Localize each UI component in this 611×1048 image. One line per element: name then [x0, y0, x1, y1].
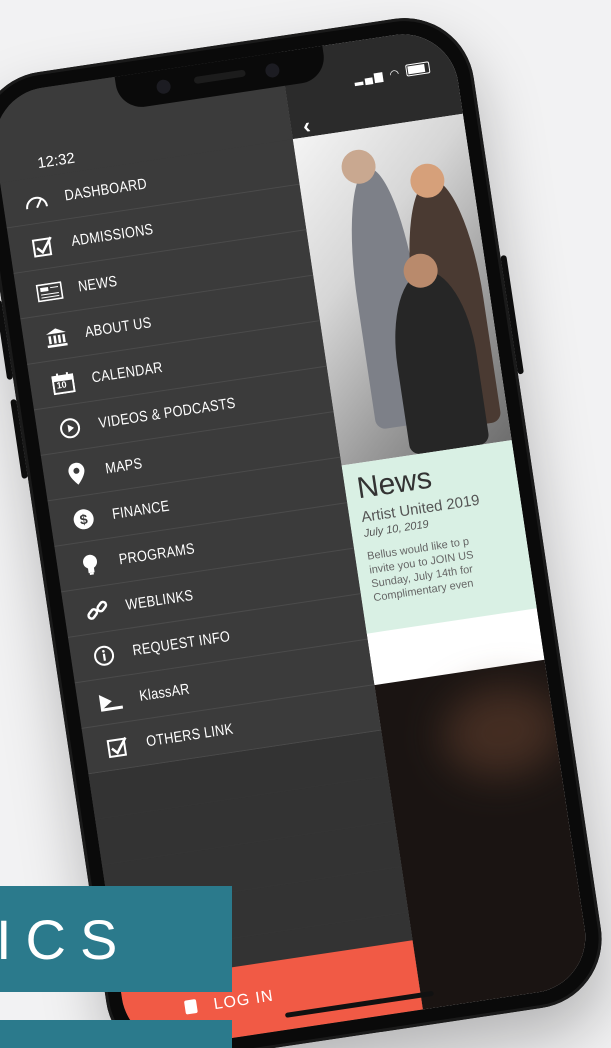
calendar-day: 10: [55, 378, 68, 391]
info-circle-icon: [87, 638, 121, 672]
user-icon: [183, 997, 200, 1020]
menu-item-label: OTHERS LINK: [145, 720, 235, 751]
scene: ‹ News Artist United 2019 July 10, 2019 …: [0, 0, 611, 1048]
menu-item-label: CALENDAR: [90, 359, 164, 387]
menu-item-label: ABOUT US: [83, 314, 153, 341]
menu-item-label: REQUEST INFO: [131, 628, 232, 660]
menu-item-label: NEWS: [77, 272, 119, 296]
volume-up-button: [0, 300, 14, 381]
power-button: [500, 254, 524, 375]
map-pin-icon: [60, 456, 94, 490]
menu-item-label: DASHBOARD: [63, 175, 149, 205]
menu-item-label: ADMISSIONS: [70, 220, 155, 250]
scanner-icon: [94, 684, 128, 718]
menu-item-label: PROGRAMS: [117, 540, 196, 569]
checkbox-icon: [101, 729, 135, 763]
sensor: [264, 62, 281, 79]
newspaper-icon: [33, 274, 67, 308]
battery-icon: [405, 61, 431, 77]
menu-item-label: WEBLINKS: [124, 587, 195, 614]
menu-item-label: FINANCE: [111, 497, 171, 523]
front-camera: [155, 78, 172, 95]
link-chain-icon: [80, 593, 114, 627]
wifi-icon: ◠: [388, 67, 403, 82]
dashboard-gauge-icon: [19, 183, 53, 217]
news-card[interactable]: News Artist United 2019 July 10, 2019 Be…: [341, 440, 537, 634]
menu-item-label: MAPS: [104, 455, 144, 478]
banner-text: ICS: [0, 907, 132, 971]
back-chevron-icon[interactable]: ‹: [301, 113, 312, 140]
bank-building-icon: [39, 320, 73, 354]
speaker: [193, 69, 246, 85]
calendar-icon: 10: [46, 365, 80, 399]
lightbulb-icon: [73, 547, 107, 581]
menu-item-label: KlassAR: [138, 680, 191, 705]
play-circle-icon: [53, 411, 87, 445]
dollar-coin-icon: $: [67, 502, 101, 536]
menu-item-label: VIDEOS & PODCASTS: [97, 394, 237, 432]
overlay-banner: ICS: [0, 886, 232, 992]
checkbox-icon: [26, 229, 60, 263]
overlay-banner-bottom: [0, 1020, 232, 1048]
volume-down-button: [10, 398, 28, 479]
